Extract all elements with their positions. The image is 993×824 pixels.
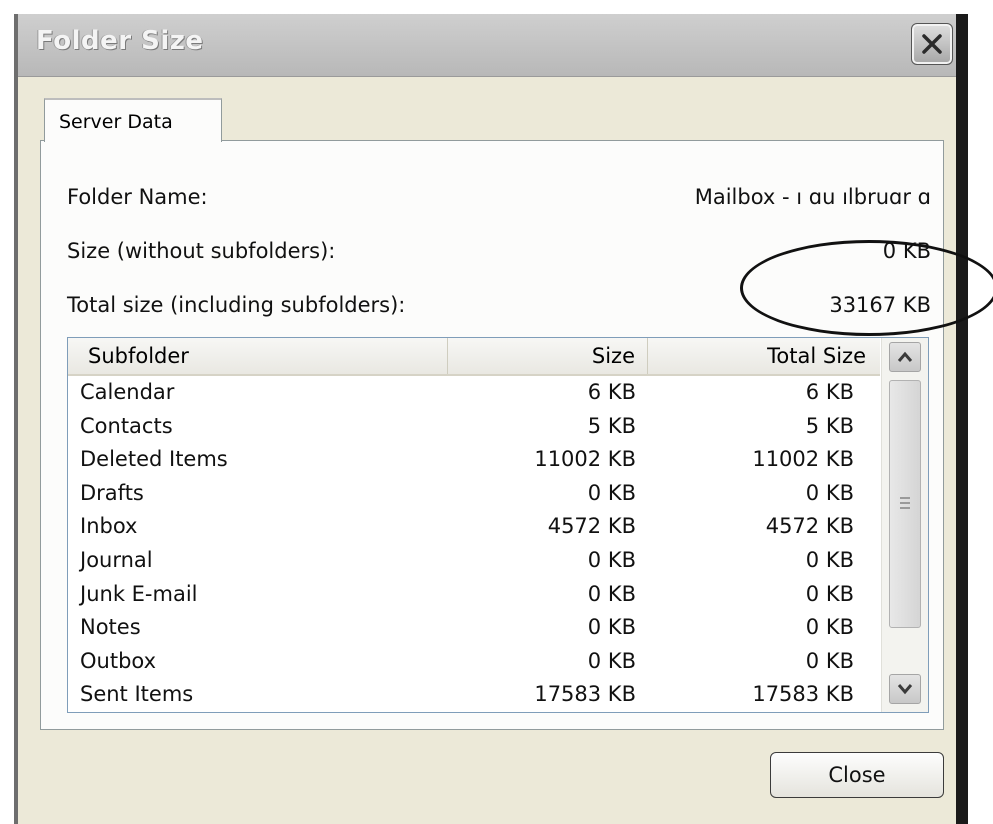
size-row: Size (without subfolders): 0 KB [67, 239, 931, 263]
subfolder-total: 0 KB [805, 615, 854, 640]
subfolder-size: 6 KB [587, 380, 636, 404]
subfolder-total: 6 KB [805, 380, 854, 404]
subfolder-total: 4572 KB [765, 514, 854, 539]
subfolder-name: Calendar [80, 380, 175, 404]
size-label: Size (without subfolders): [67, 239, 336, 263]
subfolder-list[interactable]: Subfolder Size Total Size Calendar 6 KB … [67, 337, 929, 713]
list-header: Subfolder Size Total Size [68, 338, 880, 376]
folder-name-value: Mailbox - ı ɑu ılbruɑr ɑ [694, 185, 931, 209]
subfolder-name: Junk E-mail [80, 581, 198, 606]
subfolder-name: Inbox [80, 514, 138, 539]
close-button[interactable]: Close [770, 752, 944, 798]
subfolder-size: 0 KB [587, 648, 636, 673]
subfolder-size: 0 KB [587, 547, 636, 572]
list-item[interactable]: Inbox 4572 KB 4572 KB [68, 512, 880, 546]
total-size-label: Total size (including subfolders): [67, 293, 406, 317]
subfolder-size: 17583 KB [534, 682, 636, 707]
subfolder-size: 0 KB [587, 581, 636, 606]
list-item[interactable]: Journal 0 KB 0 KB [68, 546, 880, 580]
subfolder-size: 11002 KB [534, 447, 636, 472]
subfolder-total: 0 KB [805, 547, 854, 572]
subfolder-name: Drafts [80, 480, 144, 505]
list-item[interactable]: Deleted Items 11002 KB 11002 KB [68, 445, 880, 479]
subfolder-total: 0 KB [805, 648, 854, 673]
chevron-down-icon [897, 684, 913, 695]
subfolder-size: 4572 KB [547, 514, 636, 539]
vertical-scrollbar[interactable] [881, 338, 928, 712]
scroll-down-button[interactable] [889, 674, 921, 704]
list-item[interactable]: Junk E-mail 0 KB 0 KB [68, 580, 880, 614]
subfolder-name: Outbox [80, 648, 157, 673]
column-header-total-size[interactable]: Total Size [648, 338, 880, 374]
folder-size-dialog: Folder Size Server Data Folder Name: Mai… [14, 14, 968, 824]
list-item[interactable]: Contacts 5 KB 5 KB [68, 412, 880, 446]
scroll-thumb[interactable] [889, 380, 921, 628]
subfolder-name: Deleted Items [80, 447, 228, 472]
title-close-button[interactable] [911, 23, 953, 65]
total-size-value: 33167 KB [829, 293, 931, 317]
list-item[interactable]: Sent Items 17583 KB 17583 KB [68, 680, 880, 712]
total-size-row: Total size (including subfolders): 33167… [67, 293, 931, 317]
list-item[interactable]: Calendar 6 KB 6 KB [68, 378, 880, 412]
subfolder-size: 5 KB [587, 413, 636, 438]
scroll-up-button[interactable] [889, 342, 921, 372]
chevron-up-icon [897, 351, 913, 362]
subfolder-name: Journal [80, 547, 153, 572]
subfolder-total: 0 KB [805, 480, 854, 505]
list-item[interactable]: Notes 0 KB 0 KB [68, 613, 880, 647]
list-item[interactable]: Drafts 0 KB 0 KB [68, 479, 880, 513]
subfolder-total: 11002 KB [752, 447, 854, 472]
column-header-size[interactable]: Size [448, 338, 648, 374]
size-value: 0 KB [882, 239, 931, 263]
dialog-title: Folder Size [36, 26, 204, 56]
subfolder-name: Sent Items [80, 682, 194, 707]
folder-name-label: Folder Name: [67, 185, 208, 209]
subfolder-name: Contacts [80, 413, 173, 438]
subfolder-size: 0 KB [587, 615, 636, 640]
subfolder-total: 5 KB [805, 413, 854, 438]
close-icon [922, 34, 942, 54]
list-body: Calendar 6 KB 6 KB Contacts 5 KB 5 KB De… [68, 378, 880, 712]
subfolder-size: 0 KB [587, 480, 636, 505]
server-data-panel: Folder Name: Mailbox - ı ɑu ılbruɑr ɑ Si… [40, 140, 944, 730]
subfolder-total: 0 KB [805, 581, 854, 606]
title-bar[interactable]: Folder Size [18, 14, 956, 77]
tab-server-data[interactable]: Server Data [44, 98, 222, 142]
subfolder-total: 17583 KB [752, 682, 854, 707]
column-header-subfolder[interactable]: Subfolder [68, 338, 448, 374]
folder-name-row: Folder Name: Mailbox - ı ɑu ılbruɑr ɑ [67, 185, 931, 209]
subfolder-name: Notes [80, 615, 141, 640]
list-item[interactable]: Outbox 0 KB 0 KB [68, 647, 880, 681]
